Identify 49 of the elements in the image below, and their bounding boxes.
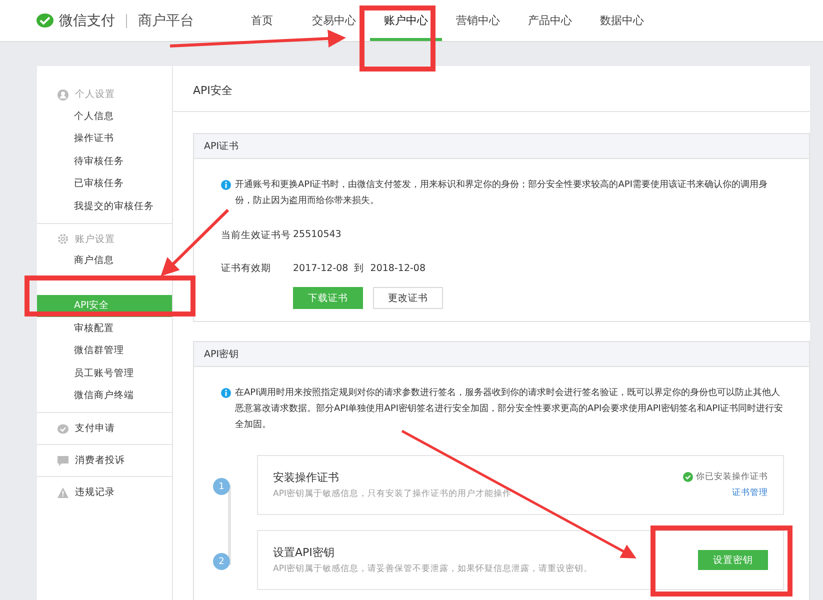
change-button[interactable]: 更改证书 [373,287,443,309]
platform-name: 商户平台 [138,12,194,30]
nav-tab[interactable]: 数据中心 [596,7,648,33]
sidebar-item[interactable]: 我提交的审核任务 [37,195,172,218]
sidebar-group-label: 个人设置 [75,88,115,101]
step-title: 安装操作证书 [273,470,340,485]
card-title: API证书 [194,134,809,159]
certificate-link[interactable]: 证书管理 [732,487,768,499]
sidebar-item[interactable]: 微信群管理 [37,340,172,362]
logo-text: 微信支付 [59,12,115,30]
sidebar-item[interactable]: 审核配置 [37,317,172,340]
card-title: API密钥 [194,342,809,367]
speech-bubble-icon [57,454,69,466]
info-icon [221,388,231,398]
nav-tab[interactable]: 营销中心 [452,7,504,33]
sidebar-item[interactable]: 待审核任务 [37,150,172,172]
check-icon [683,472,693,482]
field-value: 2017-12-08 到 2018-12-08 [293,262,426,275]
sidebar-item[interactable]: 消费者投诉 [75,454,125,467]
warning-icon [57,486,69,498]
nav-tab[interactable]: 首页 [247,7,277,33]
sidebar-item[interactable]: 微信商户终端 [37,384,172,407]
field-value: 25510543 [293,229,342,242]
sidebar-item[interactable]: 商户信息 [37,250,172,272]
sidebar-item[interactable]: 违规记录 [75,486,115,499]
logo-icon [36,12,54,28]
info-icon [221,180,231,190]
status-text: 你已安装操作证书 [696,471,768,483]
sidebar-item[interactable]: 操作证书 [37,128,172,150]
step-number: 2 [213,553,230,570]
field-label: 证书有效期 [221,262,272,275]
field-label: 当前生效证书号 [221,229,292,242]
step-number: 1 [213,478,230,495]
person-icon [57,88,69,100]
sidebar-item[interactable]: 个人信息 [37,105,172,128]
notice-text: 开通账号和更换API证书时，由微信支付签发，用来标识和界定你的身份；部分安全性要求较高的API需要使用该证书来确认你的调用身份，防止因为盗用而给你带来损失。 [235,178,768,208]
gear-icon [57,233,69,245]
step-description: API密钥属于敏感信息，请妥善保管不要泄露，如果怀疑信息泄露，请重设密钥。 [273,563,594,575]
nav-tab[interactable]: 产品中心 [524,7,576,33]
step-description: API密钥属于敏感信息，只有安装了操作证书的用户才能操作 [273,488,512,500]
sidebar-item[interactable]: 支付申请 [75,422,115,435]
notice-text: 在API调用时用来按照指定规则对你的请求参数进行签名，服务器收到你的请求时会进行签名验证，既可以界定你的身份也可以防止其他人恶意篡改请求数据。部分API单独使用API密钥签名进行安全加固，部分安全性要求更高的API会要求使用API密钥签名和API证书同时进行安全加固。 [235,386,784,432]
step-title: 设置API密钥 [273,545,336,560]
nav-tab[interactable]: 交易中心 [308,7,360,33]
chat-check-icon [57,422,69,434]
sidebar-group-label: 账户设置 [75,232,115,246]
sidebar-item[interactable]: 员工账号管理 [37,362,172,384]
sidebar-item[interactable]: 已审核任务 [37,172,172,195]
page-title: API安全 [173,69,810,112]
